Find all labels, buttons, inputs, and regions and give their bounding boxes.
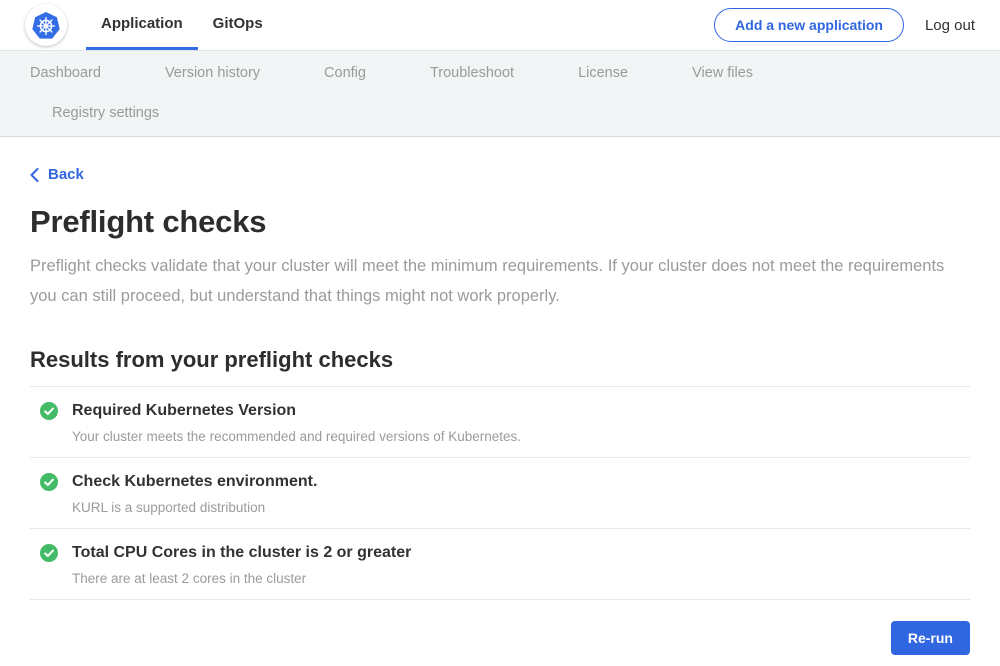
subnav-item-view-files[interactable]: View files [692,53,753,93]
subnav-row-1: Dashboard Version history Config Trouble… [30,53,970,93]
preflight-page: Back Preflight checks Preflight checks v… [0,137,1000,655]
tab-gitops[interactable]: GitOps [198,0,278,50]
page-title: Preflight checks [30,204,970,240]
check-row-cpu-cores: Total CPU Cores in the cluster is 2 or g… [30,528,970,599]
tab-application[interactable]: Application [86,0,198,50]
kubernetes-logo-icon [25,4,67,46]
back-link[interactable]: Back [30,166,84,183]
check-pass-icon [40,544,58,562]
preflight-results-list: Required Kubernetes Version Your cluster… [30,386,970,600]
add-new-application-button[interactable]: Add a new application [714,8,904,42]
subnav-item-dashboard[interactable]: Dashboard [30,53,101,93]
check-title: Required Kubernetes Version [72,402,296,420]
subnav-item-registry-settings[interactable]: Registry settings [52,93,159,133]
top-navbar: Application GitOps Add a new application… [0,0,1000,51]
primary-tabs: Application GitOps [86,0,278,50]
subnav-item-troubleshoot[interactable]: Troubleshoot [430,53,514,93]
results-heading: Results from your preflight checks [30,347,970,373]
subnav-item-version-history[interactable]: Version history [165,53,260,93]
subnav-item-license[interactable]: License [578,53,628,93]
app-subnav: Dashboard Version history Config Trouble… [0,51,1000,137]
check-pass-icon [40,402,58,420]
chevron-left-icon [30,168,39,182]
check-pass-icon [40,473,58,491]
back-link-label: Back [48,166,84,183]
navbar-right: Add a new application Log out [714,8,975,42]
check-row-kubernetes-version: Required Kubernetes Version Your cluster… [30,386,970,457]
page-description: Preflight checks validate that your clus… [30,251,962,311]
rerun-button[interactable]: Re-run [891,621,970,655]
subnav-row-2: Registry settings [30,93,970,133]
check-message: Your cluster meets the recommended and r… [72,429,970,444]
check-title: Total CPU Cores in the cluster is 2 or g… [72,544,411,562]
check-message: KURL is a supported distribution [72,500,970,515]
footer-actions: Re-run [30,621,970,655]
subnav-item-config[interactable]: Config [324,53,366,93]
logout-link[interactable]: Log out [925,17,975,34]
check-row-kubernetes-environment: Check Kubernetes environment. KURL is a … [30,457,970,528]
check-message: There are at least 2 cores in the cluste… [72,571,970,586]
check-title: Check Kubernetes environment. [72,473,317,491]
